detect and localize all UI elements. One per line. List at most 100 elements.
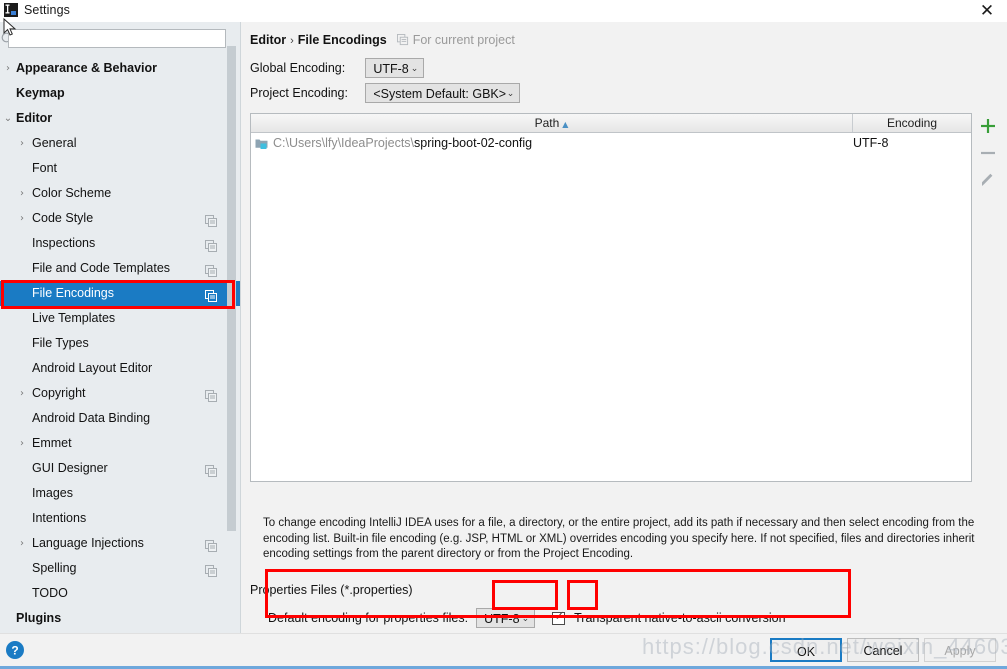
transparent-native-to-ascii-label: Transparent native-to-ascii conversion xyxy=(574,611,786,625)
default-properties-encoding-value: UTF-8 xyxy=(484,612,520,626)
sidebar-item-copyright[interactable]: › Copyright xyxy=(0,381,240,406)
project-encoding-dropdown[interactable]: <System Default: GBK> ⌄ xyxy=(365,83,521,103)
svg-text:?: ? xyxy=(11,644,18,658)
ok-button[interactable]: OK xyxy=(770,638,842,662)
chevron-right-icon: › xyxy=(20,188,24,199)
sidebar-item-code-style[interactable]: › Code Style xyxy=(0,206,240,231)
sidebar-item-label: Inspections xyxy=(32,236,96,250)
sidebar-item-label: Code Style xyxy=(32,211,94,225)
sidebar-item-label: Spelling xyxy=(32,561,77,575)
table-cell-encoding: UTF-8 xyxy=(853,136,889,150)
sidebar-item-language-injections[interactable]: › Language Injections xyxy=(0,531,240,556)
sidebar-item-images[interactable]: Images xyxy=(0,481,240,506)
sidebar-item-label: Images xyxy=(32,486,73,500)
sidebar-item-todo[interactable]: TODO xyxy=(0,581,240,606)
sidebar-item-label: Editor xyxy=(16,111,53,125)
edit-pencil-icon[interactable] xyxy=(975,167,1001,193)
module-folder-icon xyxy=(255,136,269,149)
sidebar-item-general[interactable]: › General xyxy=(0,131,240,156)
sidebar-item-keymap[interactable]: Keymap xyxy=(0,81,240,106)
table-row[interactable]: C:\Users\lfy\IdeaProjects\spring-boot-02… xyxy=(251,133,971,153)
apply-button[interactable]: Apply xyxy=(924,638,996,662)
path-project-name: spring-boot-02-config xyxy=(414,136,533,150)
sidebar-scrollbar[interactable] xyxy=(227,24,236,597)
sidebar-item-label: General xyxy=(32,136,77,150)
sidebar-item-file-and-code-templates[interactable]: File and Code Templates xyxy=(0,256,240,281)
sidebar-item-inspections[interactable]: Inspections xyxy=(0,231,240,256)
sidebar-item-label: File Types xyxy=(32,336,89,350)
chevron-down-icon: ⌄ xyxy=(3,113,13,124)
sidebar-item-android-data-binding[interactable]: Android Data Binding xyxy=(0,406,240,431)
chevron-down-icon: ⌄ xyxy=(506,89,515,99)
sidebar-item-label: Intentions xyxy=(32,511,87,525)
sidebar-item-label: TODO xyxy=(32,586,68,600)
sidebar-item-label: Copyright xyxy=(32,386,86,400)
transparent-native-to-ascii-checkbox[interactable]: ✓ xyxy=(552,608,566,625)
checkmark-icon: ✓ xyxy=(554,608,566,624)
project-scope-icon xyxy=(205,212,218,227)
default-properties-encoding-label: Default encoding for properties files: xyxy=(268,611,469,625)
default-properties-encoding-dropdown[interactable]: UTF-8 ⌄ xyxy=(476,608,536,628)
project-scope-icon xyxy=(205,562,218,577)
column-header-encoding[interactable]: Encoding xyxy=(853,114,971,132)
sidebar-item-plugins[interactable]: Plugins xyxy=(0,606,240,631)
close-icon[interactable]: ✕ xyxy=(977,1,997,21)
search-area xyxy=(0,26,240,52)
breadcrumb-current: File Encodings xyxy=(297,33,387,47)
sidebar-item-label: File and Code Templates xyxy=(32,261,171,275)
sidebar-item-appearance-behavior[interactable]: › Appearance & Behavior xyxy=(0,56,240,81)
window-title: Settings xyxy=(24,3,70,17)
sidebar-item-color-scheme[interactable]: › Color Scheme xyxy=(0,181,240,206)
sidebar-item-label: File Encodings xyxy=(32,286,114,300)
sidebar-item-label: Language Injections xyxy=(32,536,144,550)
project-scope-icon xyxy=(205,237,218,252)
properties-group-row: Default encoding for properties files: UT… xyxy=(268,608,786,628)
chevron-right-icon: › xyxy=(20,538,24,549)
sidebar-item-font[interactable]: Font xyxy=(0,156,240,181)
chevron-right-icon: › xyxy=(6,63,10,74)
cancel-button[interactable]: Cancel xyxy=(847,638,919,662)
table-cell-path: C:\Users\lfy\IdeaProjects\spring-boot-02… xyxy=(273,133,532,153)
global-encoding-dropdown[interactable]: UTF-8 ⌄ xyxy=(365,58,425,78)
dialog-footer: ? OK Cancel Apply xyxy=(0,633,1007,669)
add-button[interactable] xyxy=(975,113,1001,139)
remove-button[interactable] xyxy=(975,140,1001,166)
column-header-path[interactable]: Path ▲ xyxy=(251,114,853,132)
sidebar-item-live-templates[interactable]: Live Templates xyxy=(0,306,240,331)
sidebar-item-gui-designer[interactable]: GUI Designer xyxy=(0,456,240,481)
chevron-down-icon: ⌄ xyxy=(521,614,530,624)
sidebar-scrollbar-thumb[interactable] xyxy=(227,46,236,531)
sidebar-item-file-types[interactable]: File Types xyxy=(0,331,240,356)
global-encoding-row: Global Encoding: UTF-8 ⌄ xyxy=(250,58,425,78)
title-bar: Settings ✕ xyxy=(0,0,1007,23)
column-header-path-label: Path xyxy=(534,116,560,130)
sidebar-item-intentions[interactable]: Intentions xyxy=(0,506,240,531)
sidebar-item-label: Appearance & Behavior xyxy=(16,61,158,75)
sidebar-item-label: Live Templates xyxy=(32,311,116,325)
breadcrumb-separator: › xyxy=(290,35,294,47)
global-encoding-value: UTF-8 xyxy=(373,62,409,76)
breadcrumb-parent[interactable]: Editor xyxy=(250,33,286,47)
file-encodings-panel: Editor › File Encodings For current project… xyxy=(241,22,1007,633)
sidebar-item-spelling[interactable]: Spelling xyxy=(0,556,240,581)
help-button[interactable]: ? xyxy=(4,639,26,661)
panel-description: To change encoding IntelliJ IDEA uses fo… xyxy=(263,517,975,560)
chevron-down-icon: ⌄ xyxy=(410,64,419,74)
sidebar-item-android-layout-editor[interactable]: Android Layout Editor xyxy=(0,356,240,381)
chevron-right-icon: › xyxy=(20,388,24,399)
settings-dialog: Settings ✕ › Appearance & Behavior Keyma… xyxy=(0,0,1007,669)
project-scope-icon xyxy=(205,462,218,477)
project-encoding-value: <System Default: GBK> xyxy=(373,87,507,101)
chevron-right-icon: › xyxy=(20,438,24,449)
properties-files-group: Properties Files (*.properties) Default … xyxy=(250,583,990,634)
project-scope-icon xyxy=(205,262,218,277)
sidebar-item-label: Keymap xyxy=(16,86,65,100)
sort-ascending-icon: ▲ xyxy=(562,120,569,129)
sidebar-item-file-encodings[interactable]: File Encodings xyxy=(0,281,240,306)
sidebar-item-label: Color Scheme xyxy=(32,186,112,200)
chevron-right-icon: › xyxy=(20,138,24,149)
sidebar-item-editor[interactable]: ⌄ Editor xyxy=(0,106,240,131)
project-encoding-label: Project Encoding: xyxy=(250,86,348,100)
search-input[interactable] xyxy=(8,29,226,48)
sidebar-item-emmet[interactable]: › Emmet xyxy=(0,431,240,456)
